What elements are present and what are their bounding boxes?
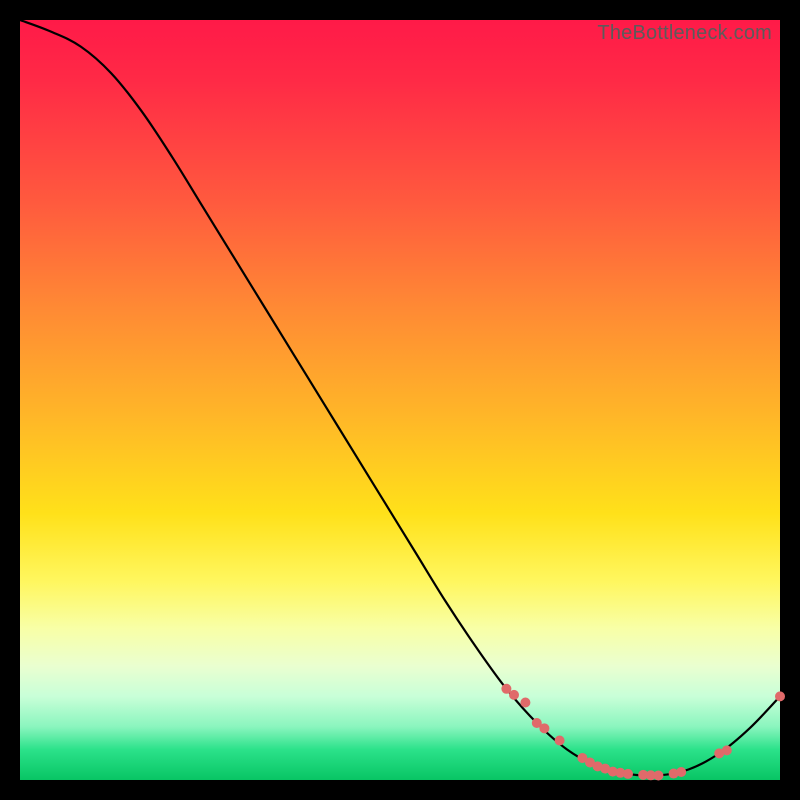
plot-area: TheBottleneck.com [20, 20, 780, 780]
marker-group [501, 684, 785, 781]
curve-line [20, 20, 780, 776]
marker-dot [555, 735, 565, 745]
marker-dot [775, 691, 785, 701]
marker-dot [653, 770, 663, 780]
chart-frame: TheBottleneck.com [0, 0, 800, 800]
marker-dot [722, 745, 732, 755]
marker-dot [539, 723, 549, 733]
marker-dot [623, 769, 633, 779]
marker-dot [520, 697, 530, 707]
marker-dot [509, 690, 519, 700]
chart-svg [20, 20, 780, 780]
marker-dot [676, 767, 686, 777]
